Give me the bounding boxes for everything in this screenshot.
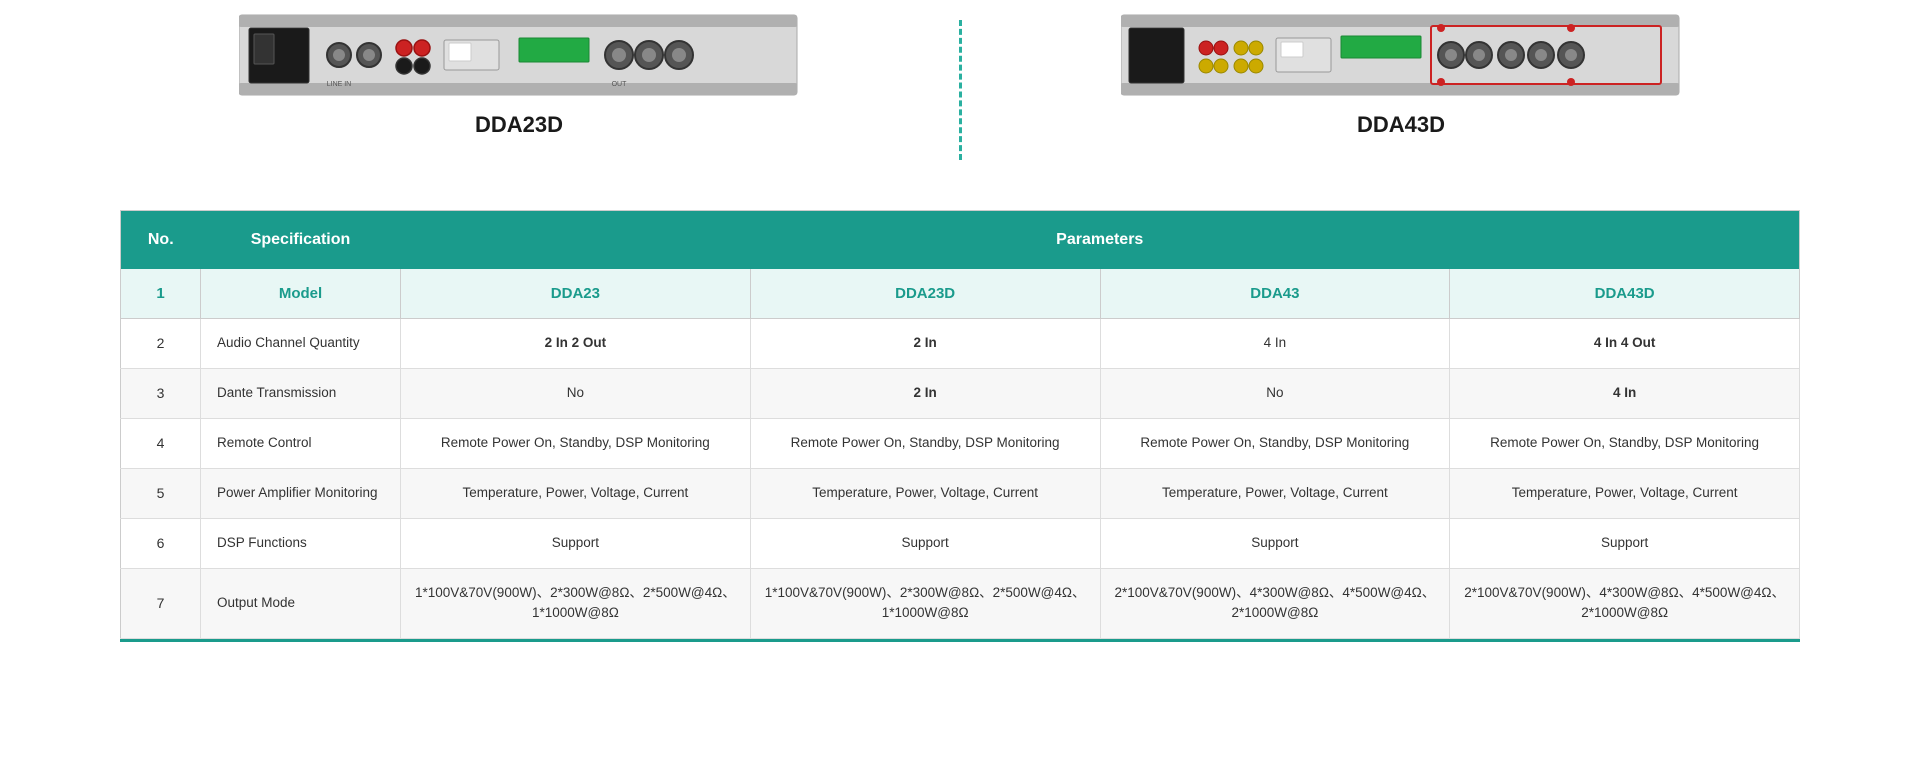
row3-col3: No <box>1100 369 1450 419</box>
row2-col1: 2 In 2 Out <box>401 319 751 369</box>
table-row: 7 Output Mode 1*100V&70V(900W)、2*300W@8Ω… <box>121 569 1800 639</box>
dda43d-image <box>1121 10 1681 100</box>
row5-no: 5 <box>121 469 201 519</box>
row7-spec: Output Mode <box>201 569 401 639</box>
row6-col3: Support <box>1100 519 1450 569</box>
product-dda23d: LINE IN OUT DDA23D <box>120 10 918 138</box>
row2-col2: 2 In <box>750 319 1100 369</box>
row4-col2: Remote Power On, Standby, DSP Monitoring <box>750 419 1100 469</box>
header-no: No. <box>121 211 201 270</box>
row3-no: 3 <box>121 369 201 419</box>
row4-col1: Remote Power On, Standby, DSP Monitoring <box>401 419 751 469</box>
row7-col2: 1*100V&70V(900W)、2*300W@8Ω、2*500W@4Ω、1*1… <box>750 569 1100 639</box>
row2-spec: Audio Channel Quantity <box>201 319 401 369</box>
row6-col4: Support <box>1450 519 1800 569</box>
table-section: No. Specification Parameters 1 Model DDA… <box>0 190 1920 672</box>
table-row: 6 DSP Functions Support Support Support … <box>121 519 1800 569</box>
svg-text:LINE IN: LINE IN <box>327 81 352 88</box>
row5-col3: Temperature, Power, Voltage, Current <box>1100 469 1450 519</box>
table-row: 4 Remote Control Remote Power On, Standb… <box>121 419 1800 469</box>
table-bottom-border <box>120 639 1800 642</box>
row7-no: 7 <box>121 569 201 639</box>
product-dda43d: DDA43D <box>1002 10 1800 138</box>
row4-no: 4 <box>121 419 201 469</box>
row2-col4: 4 In 4 Out <box>1450 319 1800 369</box>
row5-spec: Power Amplifier Monitoring <box>201 469 401 519</box>
page-wrapper: LINE IN OUT DDA23D <box>0 0 1920 781</box>
model-col2: DDA23D <box>750 269 1100 319</box>
products-section: LINE IN OUT DDA23D <box>0 0 1920 190</box>
row5-col1: Temperature, Power, Voltage, Current <box>401 469 751 519</box>
row5-col2: Temperature, Power, Voltage, Current <box>750 469 1100 519</box>
row3-spec: Dante Transmission <box>201 369 401 419</box>
model-col4: DDA43D <box>1450 269 1800 319</box>
table-row: 3 Dante Transmission No 2 In No 4 In <box>121 369 1800 419</box>
row6-no: 6 <box>121 519 201 569</box>
model-row-no: 1 <box>121 269 201 319</box>
row7-col4: 2*100V&70V(900W)、4*300W@8Ω、4*500W@4Ω、2*1… <box>1450 569 1800 639</box>
row3-col4: 4 In <box>1450 369 1800 419</box>
model-row: 1 Model DDA23 DDA23D DDA43 DDA43D <box>121 269 1800 319</box>
table-row: 2 Audio Channel Quantity 2 In 2 Out 2 In… <box>121 319 1800 369</box>
row4-col3: Remote Power On, Standby, DSP Monitoring <box>1100 419 1450 469</box>
model-col3: DDA43 <box>1100 269 1450 319</box>
section-divider <box>958 10 962 170</box>
row2-no: 2 <box>121 319 201 369</box>
row2-col3: 4 In <box>1100 319 1450 369</box>
dda43d-title: DDA43D <box>1357 112 1445 138</box>
row7-col1: 1*100V&70V(900W)、2*300W@8Ω、2*500W@4Ω、1*1… <box>401 569 751 639</box>
row3-col2: 2 In <box>750 369 1100 419</box>
spec-table: No. Specification Parameters 1 Model DDA… <box>120 210 1800 639</box>
row4-col4: Remote Power On, Standby, DSP Monitoring <box>1450 419 1800 469</box>
svg-text:OUT: OUT <box>612 81 628 88</box>
row5-col4: Temperature, Power, Voltage, Current <box>1450 469 1800 519</box>
dda23d-image: LINE IN OUT <box>239 10 799 100</box>
dda23d-title: DDA23D <box>475 112 563 138</box>
table-row: 5 Power Amplifier Monitoring Temperature… <box>121 469 1800 519</box>
row6-col1: Support <box>401 519 751 569</box>
header-params: Parameters <box>401 211 1800 270</box>
row7-col3: 2*100V&70V(900W)、4*300W@8Ω、4*500W@4Ω、2*1… <box>1100 569 1450 639</box>
row6-col2: Support <box>750 519 1100 569</box>
row6-spec: DSP Functions <box>201 519 401 569</box>
table-header-row: No. Specification Parameters <box>121 211 1800 270</box>
header-spec: Specification <box>201 211 401 270</box>
model-row-spec: Model <box>201 269 401 319</box>
model-col1: DDA23 <box>401 269 751 319</box>
row4-spec: Remote Control <box>201 419 401 469</box>
row3-col1: No <box>401 369 751 419</box>
divider-line <box>959 20 962 160</box>
